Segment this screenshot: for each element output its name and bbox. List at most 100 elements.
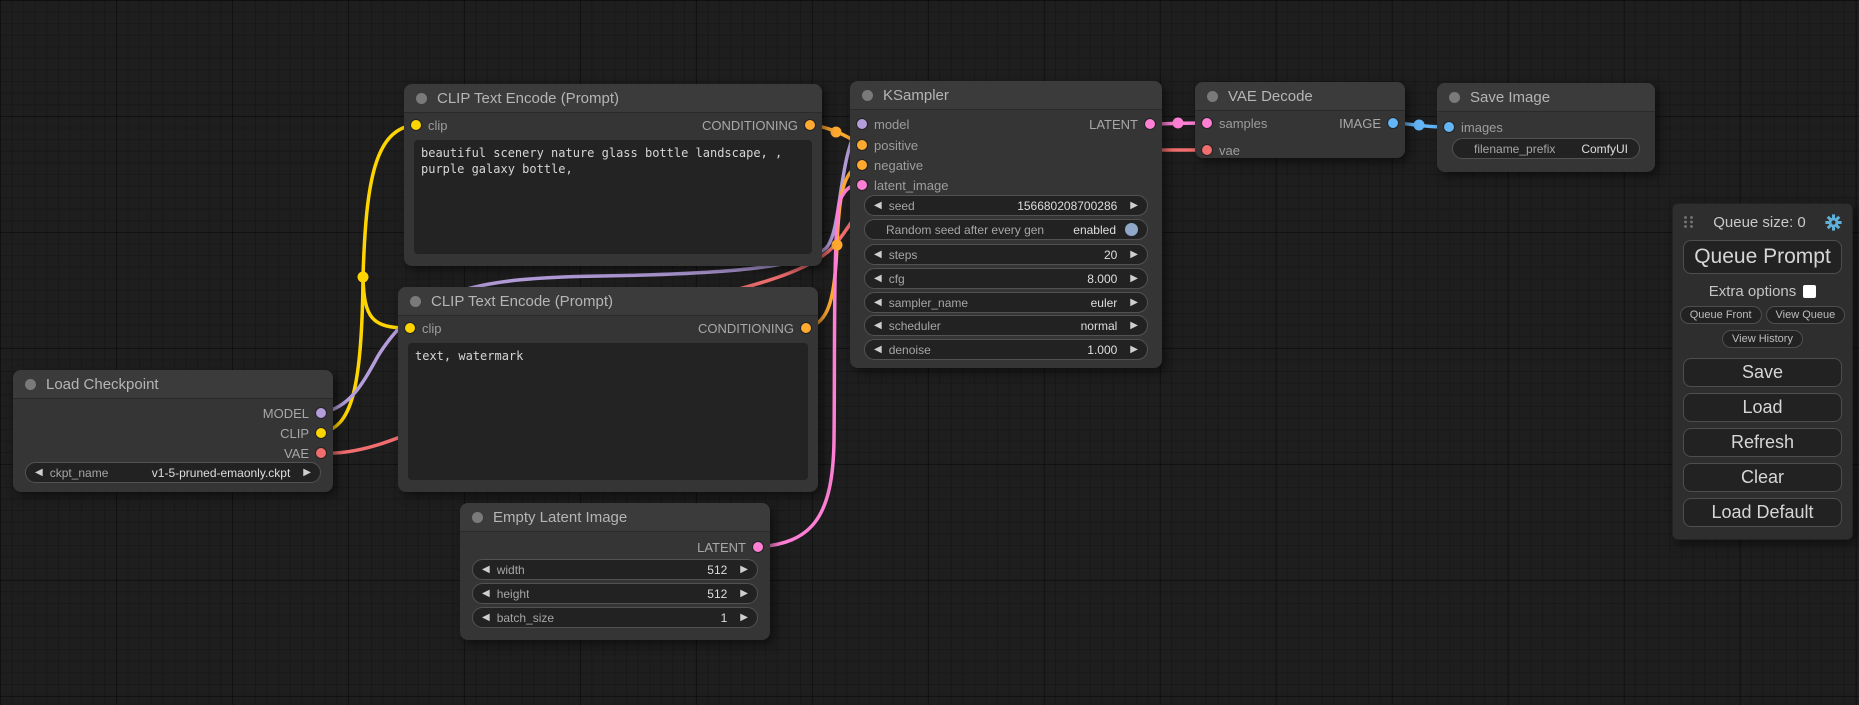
widget-value: normal (1081, 319, 1131, 333)
increment-arrow-icon[interactable]: ▶ (740, 613, 748, 623)
clear-button[interactable]: Clear (1683, 463, 1842, 492)
conditioning-port[interactable] (857, 160, 867, 170)
view-history-button[interactable]: View History (1722, 330, 1803, 348)
widget-value: 512 (707, 587, 740, 601)
vae-port[interactable] (316, 448, 326, 458)
height-widget[interactable]: ◀ height 512 ▶ (472, 583, 758, 604)
input-positive: positive (857, 135, 918, 155)
output-conditioning: CONDITIONING (698, 318, 811, 338)
node-vae-decode[interactable]: VAE Decode samples vae IMAGE (1195, 82, 1405, 158)
prompt-textarea[interactable]: text, watermark (408, 343, 808, 480)
link-midpoint-dot (358, 272, 369, 283)
output-latent: LATENT (697, 537, 763, 557)
input-vae: vae (1202, 140, 1240, 160)
view-queue-button[interactable]: View Queue (1766, 306, 1846, 324)
node-empty-latent-image[interactable]: Empty Latent Image LATENT ◀ width 512 ▶ … (460, 503, 770, 640)
conditioning-port[interactable] (857, 140, 867, 150)
node-ksampler[interactable]: KSampler model positive negative latent_… (850, 81, 1162, 368)
conditioning-port[interactable] (801, 323, 811, 333)
queue-front-button[interactable]: Queue Front (1680, 306, 1762, 324)
node-clip-text-encode-positive[interactable]: CLIP Text Encode (Prompt) clip CONDITION… (404, 84, 822, 266)
model-port[interactable] (857, 119, 867, 129)
model-port[interactable] (316, 408, 326, 418)
collapse-dot-icon[interactable] (410, 296, 421, 307)
port-label: VAE (284, 446, 309, 461)
increment-arrow-icon[interactable]: ▶ (1130, 274, 1138, 284)
steps-widget[interactable]: ◀ steps 20 ▶ (864, 244, 1148, 265)
decrement-arrow-icon[interactable]: ◀ (874, 201, 882, 211)
node-clip-text-encode-negative[interactable]: CLIP Text Encode (Prompt) clip CONDITION… (398, 287, 818, 492)
extra-options-checkbox[interactable] (1803, 285, 1816, 298)
denoise-widget[interactable]: ◀ denoise 1.000 ▶ (864, 339, 1148, 360)
widget-label: scheduler (889, 319, 941, 333)
decrement-arrow-icon[interactable]: ◀ (874, 274, 882, 284)
increment-arrow-icon[interactable]: ▶ (1130, 250, 1138, 260)
decrement-arrow-icon[interactable]: ◀ (874, 345, 882, 355)
decrement-arrow-icon[interactable]: ◀ (874, 298, 882, 308)
node-header[interactable]: Empty Latent Image (460, 503, 770, 532)
cfg-widget[interactable]: ◀ cfg 8.000 ▶ (864, 268, 1148, 289)
port-label: CONDITIONING (698, 321, 794, 336)
prompt-textarea[interactable]: beautiful scenery nature glass bottle la… (414, 140, 812, 254)
image-port[interactable] (1388, 118, 1398, 128)
batch-size-widget[interactable]: ◀ batch_size 1 ▶ (472, 607, 758, 628)
clip-port[interactable] (405, 323, 415, 333)
save-button[interactable]: Save (1683, 358, 1842, 387)
latent-port[interactable] (1202, 118, 1212, 128)
gear-icon[interactable] (1825, 214, 1842, 231)
load-button[interactable]: Load (1683, 393, 1842, 422)
collapse-dot-icon[interactable] (1449, 92, 1460, 103)
node-title: Empty Latent Image (493, 509, 627, 526)
node-header[interactable]: KSampler (850, 81, 1162, 110)
increment-arrow-icon[interactable]: ▶ (1130, 345, 1138, 355)
toggle-dot-icon[interactable] (1125, 223, 1138, 236)
collapse-dot-icon[interactable] (862, 90, 873, 101)
sampler-name-widget[interactable]: ◀ sampler_name euler ▶ (864, 292, 1148, 313)
increment-arrow-icon[interactable]: ▶ (1130, 298, 1138, 308)
node-header[interactable]: CLIP Text Encode (Prompt) (398, 287, 818, 316)
node-header[interactable]: Load Checkpoint (13, 370, 333, 399)
clip-port[interactable] (411, 120, 421, 130)
vae-port[interactable] (1202, 145, 1212, 155)
increment-arrow-icon[interactable]: ▶ (1130, 201, 1138, 211)
widget-label: cfg (889, 272, 905, 286)
node-header[interactable]: VAE Decode (1195, 82, 1405, 111)
latent-port[interactable] (857, 180, 867, 190)
decrement-arrow-icon[interactable]: ◀ (482, 613, 490, 623)
ckpt-name-widget[interactable]: ◀ ckpt_name v1-5-pruned-emaonly.ckpt ▶ (25, 462, 321, 483)
queue-panel: Queue size: 0 Queue Prompt Extra options (1672, 203, 1853, 540)
decrement-arrow-icon[interactable]: ◀ (874, 321, 882, 331)
scheduler-widget[interactable]: ◀ scheduler normal ▶ (864, 315, 1148, 336)
widget-label: sampler_name (889, 296, 968, 310)
node-load-checkpoint[interactable]: Load Checkpoint MODEL CLIP VAE ◀ ckpt_na… (13, 370, 333, 492)
decrement-arrow-icon[interactable]: ◀ (874, 250, 882, 260)
collapse-dot-icon[interactable] (25, 379, 36, 390)
node-save-image[interactable]: Save Image images filename_prefix ComfyU… (1437, 83, 1655, 172)
widget-label: denoise (889, 343, 931, 357)
queue-prompt-button[interactable]: Queue Prompt (1683, 240, 1842, 274)
image-port[interactable] (1444, 122, 1454, 132)
collapse-dot-icon[interactable] (1207, 91, 1218, 102)
increment-arrow-icon[interactable]: ▶ (740, 565, 748, 575)
conditioning-port[interactable] (805, 120, 815, 130)
random-seed-toggle-widget[interactable]: Random seed after every gen enabled (864, 219, 1148, 240)
latent-port[interactable] (753, 542, 763, 552)
increment-arrow-icon[interactable]: ▶ (740, 589, 748, 599)
decrement-arrow-icon[interactable]: ◀ (482, 589, 490, 599)
decrement-arrow-icon[interactable]: ◀ (35, 468, 43, 478)
increment-arrow-icon[interactable]: ▶ (303, 468, 311, 478)
width-widget[interactable]: ◀ width 512 ▶ (472, 559, 758, 580)
collapse-dot-icon[interactable] (472, 512, 483, 523)
drag-handle-icon[interactable] (1683, 215, 1694, 229)
refresh-button[interactable]: Refresh (1683, 428, 1842, 457)
filename-prefix-widget[interactable]: filename_prefix ComfyUI (1452, 138, 1640, 159)
increment-arrow-icon[interactable]: ▶ (1130, 321, 1138, 331)
node-header[interactable]: CLIP Text Encode (Prompt) (404, 84, 822, 113)
clip-port[interactable] (316, 428, 326, 438)
load-default-button[interactable]: Load Default (1683, 498, 1842, 527)
seed-widget[interactable]: ◀ seed 156680208700286 ▶ (864, 195, 1148, 216)
decrement-arrow-icon[interactable]: ◀ (482, 565, 490, 575)
node-header[interactable]: Save Image (1437, 83, 1655, 112)
latent-port[interactable] (1145, 119, 1155, 129)
collapse-dot-icon[interactable] (416, 93, 427, 104)
